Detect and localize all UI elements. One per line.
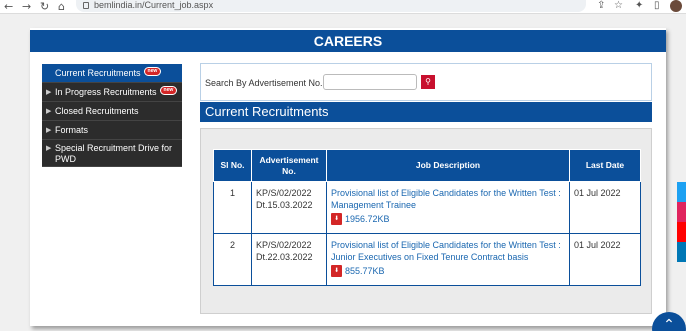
new-badge: new xyxy=(143,67,162,76)
search-section: Search By Advertisement No. : ⚲ xyxy=(200,63,652,101)
sidebar-item-label: Formats xyxy=(55,125,89,135)
arrow-right-icon: ▶ xyxy=(46,88,52,96)
careers-page: CAREERS Current Recruitments new ▶ In Pro… xyxy=(30,28,666,326)
reload-icon[interactable]: ↻ xyxy=(40,0,49,13)
recruitments-table: Sl No. Advertisement No. Job Description… xyxy=(213,149,641,286)
sidebar-item-current-recruitments[interactable]: Current Recruitments new xyxy=(42,64,182,83)
pdf-download-link[interactable]: ⬇ 855.77KB xyxy=(331,265,565,277)
social-share-strip xyxy=(677,182,686,282)
column-header-advertisement-no: Advertisement No. xyxy=(251,149,327,182)
linkedin-icon[interactable] xyxy=(677,242,686,262)
address-bar[interactable]: bemlindia.in/Current_job.aspx xyxy=(76,0,586,12)
pdf-icon: ⬇ xyxy=(331,265,342,277)
search-button[interactable]: ⚲ xyxy=(421,75,435,89)
sidebar-item-label: Special Recruitment Drive for PWD xyxy=(55,143,173,164)
new-badge: new xyxy=(159,86,178,95)
url-text: bemlindia.in/Current_job.aspx xyxy=(94,0,214,10)
cell-sl-no: 1 xyxy=(213,181,252,234)
arrow-right-icon: ▶ xyxy=(46,144,52,152)
table-row: 1 KP/S/02/2022 Dt.15.03.2022 Provisional… xyxy=(213,181,641,234)
home-icon[interactable]: ⌂ xyxy=(58,0,65,13)
search-icon: ⚲ xyxy=(425,77,431,86)
star-icon[interactable]: ☆ xyxy=(614,0,623,12)
sidebar-item-formats[interactable]: ▶ Formats xyxy=(42,121,182,140)
careers-banner: CAREERS xyxy=(30,30,666,52)
cell-job-description: Provisional list of Eligible Candidates … xyxy=(326,233,570,286)
arrow-right-icon: ▶ xyxy=(46,126,52,134)
section-title: Current Recruitments xyxy=(200,102,652,122)
sidebar-item-label: Closed Recruitments xyxy=(55,106,139,116)
column-header-last-date: Last Date xyxy=(569,149,641,182)
cell-advertisement-no: KP/S/02/2022 Dt.22.03.2022 xyxy=(251,233,327,286)
arrow-right-icon: ▶ xyxy=(46,107,52,115)
extensions-icon[interactable]: ✦ xyxy=(635,0,643,12)
profile-avatar[interactable] xyxy=(670,0,682,12)
sidebar-item-closed-recruitments[interactable]: ▶ Closed Recruitments xyxy=(42,102,182,121)
cell-advertisement-no: KP/S/02/2022 Dt.15.03.2022 xyxy=(251,181,327,234)
cell-last-date: 01 Jul 2022 xyxy=(569,181,641,234)
column-header-job-description: Job Description xyxy=(326,149,570,182)
pdf-icon: ⬇ xyxy=(331,213,342,225)
sidebar-item-label: Current Recruitments xyxy=(55,68,141,78)
browser-toolbar: ← → ↻ ⌂ bemlindia.in/Current_job.aspx ⇪ … xyxy=(0,0,686,14)
share-icon[interactable]: ⇪ xyxy=(597,0,605,12)
job-description-link[interactable]: Provisional list of Eligible Candidates … xyxy=(331,240,561,262)
table-row: 2 KP/S/02/2022 Dt.22.03.2022 Provisional… xyxy=(213,233,641,286)
file-size: 1956.72KB xyxy=(345,214,390,224)
pdf-download-link[interactable]: ⬇ 1956.72KB xyxy=(331,213,565,225)
column-header-sl-no: Sl No. xyxy=(213,149,252,182)
cell-sl-no: 2 xyxy=(213,233,252,286)
forward-arrow-icon[interactable]: → xyxy=(22,0,31,13)
table-header-row: Sl No. Advertisement No. Job Description… xyxy=(213,149,641,182)
recruitments-panel: Sl No. Advertisement No. Job Description… xyxy=(200,128,652,314)
sidebar-item-in-progress-recruitments[interactable]: ▶ In Progress Recruitments new xyxy=(42,83,182,102)
file-size: 855.77KB xyxy=(345,266,385,276)
search-input[interactable] xyxy=(323,74,417,90)
cell-last-date: 01 Jul 2022 xyxy=(569,233,641,286)
job-description-link[interactable]: Provisional list of Eligible Candidates … xyxy=(331,188,561,210)
twitter-icon[interactable] xyxy=(677,182,686,202)
sidebar-menu: Current Recruitments new ▶ In Progress Re… xyxy=(42,64,182,167)
youtube-icon[interactable] xyxy=(677,222,686,242)
lock-icon xyxy=(83,2,89,9)
sidebar-item-special-recruitment-drive[interactable]: ▶ Special Recruitment Drive for PWD xyxy=(42,140,182,167)
chevron-up-icon: ⌃ xyxy=(663,317,675,331)
back-arrow-icon[interactable]: ← xyxy=(4,0,13,13)
sidebar-item-label: In Progress Recruitments xyxy=(55,87,157,97)
cell-job-description: Provisional list of Eligible Candidates … xyxy=(326,181,570,234)
sidepanel-icon[interactable]: ▯ xyxy=(654,0,660,12)
share-link-icon[interactable] xyxy=(677,202,686,222)
search-label: Search By Advertisement No. : xyxy=(205,78,328,88)
